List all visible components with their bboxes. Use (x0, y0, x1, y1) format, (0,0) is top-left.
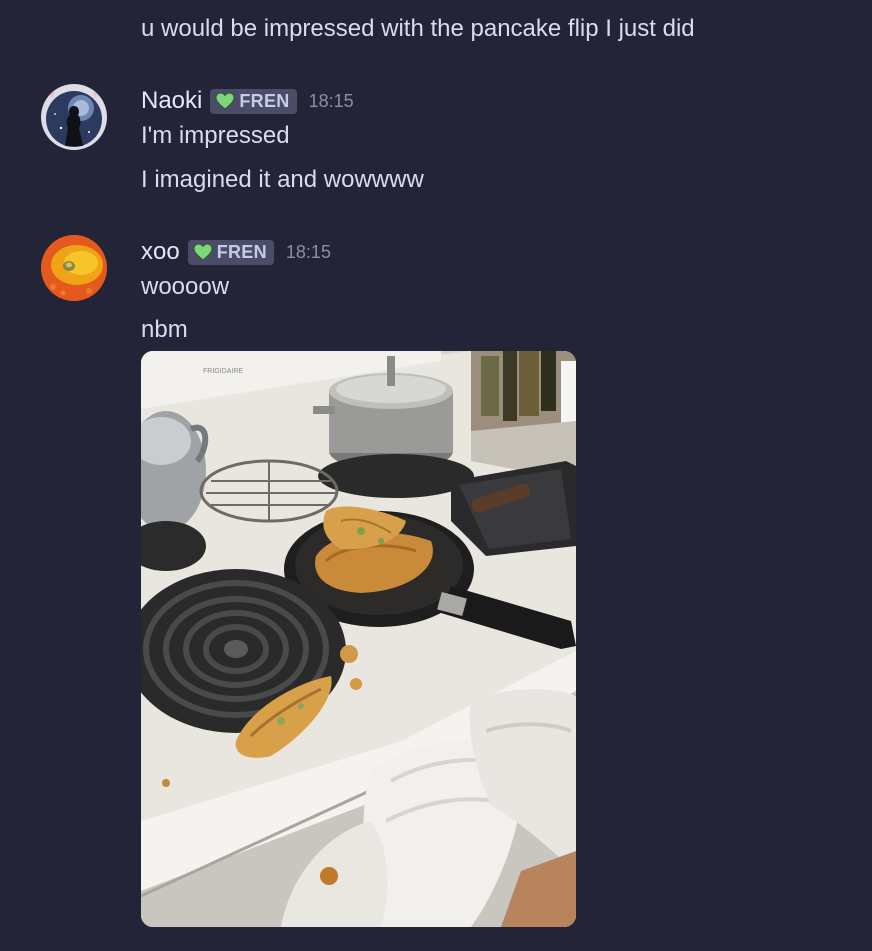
message-header-xoo: xoo FREN 18:15 (141, 237, 331, 267)
message-text: woooow (141, 273, 230, 300)
role-badge[interactable]: FREN (210, 88, 297, 114)
badge-label: FREN (239, 90, 290, 111)
timestamp: 18:15 (285, 241, 331, 262)
message-text: nbm (141, 316, 188, 343)
brand-label: FRIGIDAIRE (203, 368, 243, 375)
message-header-naoki: Naoki FREN 18:15 (141, 86, 354, 116)
badge-label: FREN (216, 241, 267, 262)
message-text: I'm impressed (141, 122, 290, 149)
avatar-naoki[interactable] (41, 84, 107, 150)
role-badge[interactable]: FREN (187, 239, 274, 265)
image-attachment[interactable]: FRIGIDAIRE (141, 351, 576, 927)
message-text: I imagined it and wowwww (141, 166, 424, 193)
username-naoki[interactable]: Naoki (141, 87, 202, 115)
heart-icon (193, 243, 213, 261)
heart-icon (215, 92, 235, 110)
timestamp: 18:15 (308, 90, 354, 111)
username-xoo[interactable]: xoo (141, 238, 180, 266)
message-text: u would be impressed with the pancake fl… (141, 15, 695, 42)
avatar-xoo[interactable] (41, 235, 107, 301)
